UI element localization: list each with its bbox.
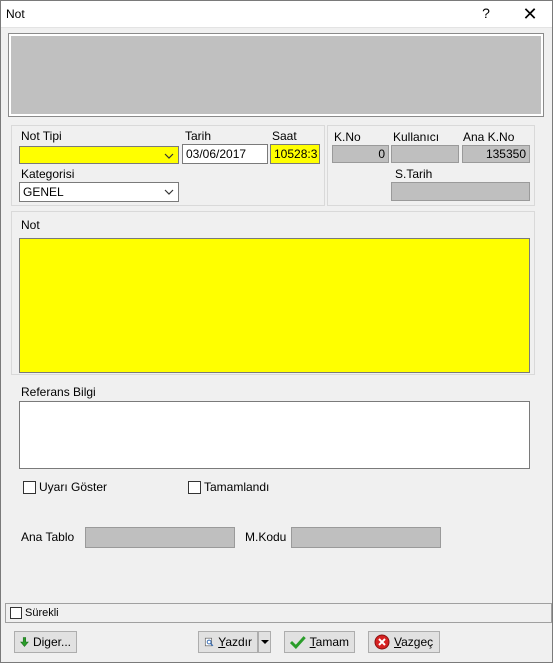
print-preview-icon bbox=[204, 637, 214, 647]
surekli-bar bbox=[5, 603, 552, 623]
tamam-button[interactable]: Tamam bbox=[284, 631, 355, 653]
yazdir-label: Yazdır bbox=[218, 635, 252, 649]
header-panel bbox=[8, 33, 544, 117]
referans-label: Referans Bilgi bbox=[21, 385, 96, 399]
note-dialog: Not ? ✕ Not Tipi Tarih 03/06/2017 Saat 1… bbox=[0, 0, 553, 663]
not-textarea[interactable] bbox=[19, 238, 530, 373]
kategorisi-combo[interactable]: GENEL bbox=[19, 182, 179, 202]
uyari-label: Uyarı Göster bbox=[39, 480, 108, 494]
vazgec-button[interactable]: Vazgeç bbox=[368, 631, 440, 653]
cancel-icon bbox=[374, 634, 390, 650]
kullanici-field bbox=[391, 145, 459, 163]
chevron-down-icon bbox=[164, 153, 174, 159]
starih-label: S.Tarih bbox=[395, 167, 433, 181]
mkodu-field bbox=[291, 527, 441, 548]
yazdir-button[interactable]: Yazdır bbox=[198, 631, 258, 653]
tarih-label: Tarih bbox=[185, 129, 212, 143]
ana-tablo-field bbox=[85, 527, 235, 548]
not-label: Not bbox=[21, 218, 40, 232]
surekli-checkbox[interactable] bbox=[10, 607, 22, 619]
ana-kno-field: 135350 bbox=[462, 145, 530, 163]
kno-field: 0 bbox=[332, 145, 389, 163]
mkodu-label: M.Kodu bbox=[245, 530, 287, 544]
saat-label: Saat bbox=[272, 129, 297, 143]
not-tipi-label: Not Tipi bbox=[21, 129, 62, 143]
kategorisi-value: GENEL bbox=[23, 185, 64, 199]
surekli-label: Sürekli bbox=[25, 607, 59, 619]
tamamlandi-checkbox[interactable] bbox=[188, 481, 201, 494]
diger-button[interactable]: Diger... bbox=[14, 631, 77, 653]
title-bar: Not ? ✕ bbox=[1, 1, 552, 28]
kategorisi-label: Kategorisi bbox=[21, 167, 75, 181]
yazdir-dropdown-button[interactable] bbox=[258, 631, 271, 653]
ana-tablo-label: Ana Tablo bbox=[21, 530, 75, 544]
ana-kno-label: Ana K.No bbox=[463, 130, 515, 144]
close-icon[interactable]: ✕ bbox=[519, 4, 541, 24]
not-tipi-combo[interactable] bbox=[19, 146, 179, 164]
tamam-label: Tamam bbox=[309, 635, 349, 649]
kullanici-label: Kullanıcı bbox=[393, 130, 440, 144]
chevron-down-icon bbox=[164, 189, 174, 195]
diger-label: Diger... bbox=[32, 635, 71, 649]
uyari-checkbox[interactable] bbox=[23, 481, 36, 494]
vazgec-label: Vazgeç bbox=[394, 635, 434, 649]
kno-label: K.No bbox=[334, 130, 361, 144]
window-title: Not bbox=[6, 7, 25, 21]
arrow-down-icon bbox=[20, 637, 29, 647]
tarih-input[interactable]: 03/06/2017 bbox=[182, 144, 268, 164]
referans-textarea[interactable] bbox=[19, 401, 530, 469]
starih-field bbox=[391, 182, 530, 201]
tamamlandi-label: Tamamlandı bbox=[204, 480, 270, 494]
saat-input[interactable]: 10528:3 bbox=[270, 144, 320, 164]
caret-down-icon bbox=[260, 640, 269, 644]
checkmark-icon bbox=[290, 636, 306, 649]
help-icon[interactable]: ? bbox=[479, 5, 493, 23]
